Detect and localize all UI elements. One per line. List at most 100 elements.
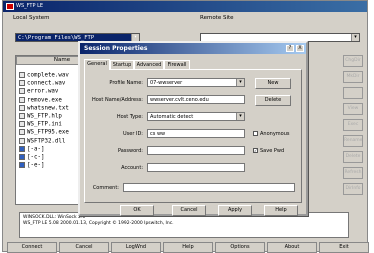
chevron-down-icon[interactable]: ▾ (236, 113, 244, 120)
drive-icon (19, 162, 25, 169)
host-name-label: Host Name/Address: (91, 97, 143, 103)
anonymous-checkbox-box[interactable] (253, 131, 258, 136)
apply-button[interactable]: Apply (218, 205, 252, 216)
list-item[interactable]: error.wav (19, 88, 58, 95)
session-properties-dialog: Session Properties ? X General Startup A… (78, 41, 308, 216)
save-pwd-checkbox[interactable]: ✓ Save Pwd (253, 148, 284, 154)
list-item[interactable]: WSFTP32.dll (19, 137, 66, 145)
bottom-button[interactable]: Options (215, 242, 265, 253)
remote-side-button[interactable]: ChgDir (343, 55, 363, 67)
file-name: [-c-] (27, 154, 45, 161)
anonymous-label: Anonymous (260, 131, 290, 137)
list-item[interactable]: connect.wav (19, 80, 65, 87)
host-name-value: wwserver.cvlt.ceno.edu (150, 97, 209, 103)
window: WS_FTP LE Local System C:\Program Files\… (0, 0, 374, 253)
user-id-field[interactable]: cs ww (147, 129, 245, 138)
app-titlebar: WS_FTP LE (3, 1, 367, 12)
bottom-button[interactable]: Cancel (59, 242, 109, 253)
list-item[interactable]: remove.exe (19, 96, 62, 104)
list-item[interactable]: complete.wav (19, 72, 69, 79)
remote-side-button[interactable] (343, 87, 363, 99)
file-name: remove.exe (27, 97, 62, 104)
log-line-2: WS_FTP LE 5.08 2000.01.13, Copyright © 1… (23, 221, 174, 226)
file-name: complete.wav (27, 72, 69, 79)
list-item[interactable]: [-a-] (19, 145, 45, 153)
profile-name-value: 07-wwserver (150, 80, 183, 86)
file-name: connect.wav (27, 80, 66, 87)
help-icon[interactable]: ? (286, 45, 294, 52)
file-icon (19, 113, 25, 119)
chevron-down-icon[interactable]: ▾ (351, 34, 359, 41)
remote-side-button[interactable]: MkDir (343, 71, 363, 83)
list-item[interactable]: whatsnew.txt (19, 104, 69, 112)
password-label: Password: (117, 148, 143, 154)
comment-field[interactable] (123, 183, 295, 192)
user-id-label: User ID: (123, 131, 143, 137)
close-icon[interactable]: X (296, 45, 304, 52)
file-name: [-e-] (27, 162, 45, 169)
list-item[interactable]: WS_FTP.hlp (19, 113, 62, 120)
app-icon (6, 3, 14, 10)
profile-name-combo[interactable]: 07-wwserver ▾ (147, 78, 245, 87)
bottom-button[interactable]: Connect (7, 242, 57, 253)
list-item[interactable]: [-c-] (19, 154, 44, 161)
file-name: WSFTP32.dll (27, 138, 66, 145)
remote-side-button[interactable]: View (343, 103, 363, 115)
file-name: WS_FTP.hlp (27, 113, 62, 120)
dialog-title: Session Properties (84, 45, 148, 52)
file-name: error.wav (27, 88, 59, 95)
file-name: WS_FTP.ini (27, 121, 62, 128)
bottom-button[interactable]: About (267, 242, 317, 253)
list-item[interactable]: WS_FTP.ini (19, 121, 62, 128)
file-icon (19, 137, 25, 144)
tab-general[interactable]: General (84, 59, 110, 70)
app-title: WS_FTP LE (16, 3, 44, 9)
remote-site-label: Remote Site (200, 15, 234, 21)
file-icon (19, 129, 25, 136)
host-type-label: Host Type: (116, 114, 143, 120)
file-icon (19, 72, 25, 78)
cancel-button[interactable]: Cancel (172, 205, 206, 216)
user-id-value: cs ww (150, 131, 166, 137)
file-name: whatsnew.txt (27, 105, 69, 112)
anonymous-checkbox[interactable]: Anonymous (253, 131, 289, 137)
host-type-value: Automatic detect (150, 114, 194, 120)
remote-side-button[interactable]: Delete (343, 151, 363, 163)
bottom-button[interactable]: LogWnd (111, 242, 161, 253)
file-icon (19, 96, 25, 103)
file-icon (19, 80, 25, 87)
file-icon (19, 88, 25, 95)
list-item[interactable]: WS_FTP95.exe (19, 129, 69, 136)
dialog-titlebar: Session Properties (80, 43, 306, 54)
new-button[interactable]: New (255, 78, 291, 89)
file-name: [-a-] (27, 146, 45, 153)
file-name: WS_FTP95.exe (27, 129, 69, 136)
password-field[interactable] (147, 146, 245, 155)
host-name-field[interactable]: wwserver.cvlt.ceno.edu (147, 95, 245, 104)
file-icon (19, 121, 25, 128)
remote-side-button[interactable]: Refresh (343, 167, 363, 179)
comment-label: Comment: (92, 185, 119, 191)
chevron-down-icon[interactable]: ▾ (236, 79, 244, 86)
save-pwd-checkbox-box[interactable]: ✓ (253, 148, 258, 153)
save-pwd-label: Save Pwd (260, 148, 285, 154)
drive-icon (19, 154, 25, 160)
delete-button[interactable]: Delete (255, 95, 291, 106)
general-tab-panel: Profile Name: 07-wwserver ▾ New Host Nam… (84, 69, 302, 203)
account-field[interactable] (147, 163, 245, 172)
list-item[interactable]: [-e-] (19, 162, 44, 169)
remote-side-button[interactable]: DirInfo (343, 183, 363, 195)
host-type-select[interactable]: Automatic detect ▾ (147, 112, 245, 121)
ok-button[interactable]: OK (120, 205, 154, 216)
remote-side-button[interactable]: Rename (343, 135, 363, 147)
remote-file-list-edge (308, 55, 340, 205)
chevron-down-icon[interactable]: ▾ (131, 34, 139, 41)
drive-icon (19, 145, 25, 152)
bottom-button[interactable]: Exit (319, 242, 369, 253)
profile-name-label: Profile Name: (109, 80, 143, 86)
remote-side-button[interactable]: Exec (343, 119, 363, 131)
local-system-label: Local System (13, 15, 50, 21)
help-button[interactable]: Help (264, 205, 298, 216)
account-label: Account: (121, 165, 143, 171)
bottom-button[interactable]: Help (163, 242, 213, 253)
